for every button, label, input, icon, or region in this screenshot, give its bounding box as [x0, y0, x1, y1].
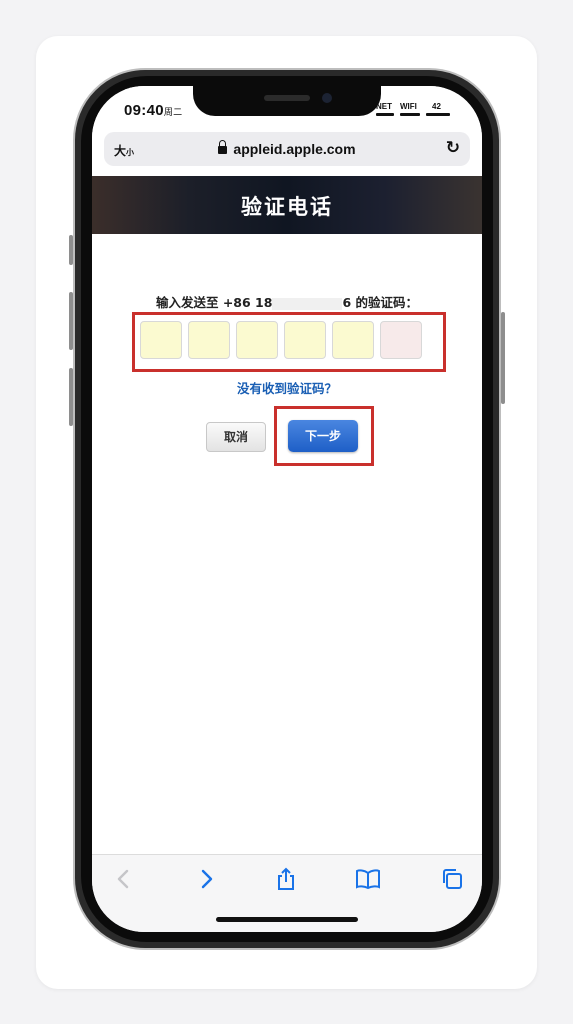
code-digit-3[interactable] — [236, 321, 278, 359]
front-camera — [322, 93, 332, 103]
page-title: 验证电话 — [241, 195, 333, 219]
code-digit-4[interactable] — [284, 321, 326, 359]
reload-icon[interactable]: ↻ — [446, 138, 460, 158]
no-code-link[interactable]: 没有收到验证码？ — [92, 378, 482, 397]
url-text: appleid.apple.com — [233, 141, 356, 157]
prompt-suffix: 6 的验证码： — [342, 295, 419, 310]
address-bar-area: 大小 appleid.apple.com ↻ — [92, 130, 482, 176]
code-digit-5[interactable] — [332, 321, 374, 359]
power-button — [501, 312, 505, 404]
lock-icon — [218, 140, 228, 154]
chevron-left-icon[interactable] — [104, 867, 144, 897]
notch — [193, 86, 381, 116]
battery-indicator: 42 — [426, 102, 450, 116]
wifi-label: WIFI — [400, 102, 417, 111]
code-digit-1[interactable] — [140, 321, 182, 359]
system-indicators: NET WIFI 42 — [376, 102, 450, 116]
home-indicator — [216, 917, 358, 922]
verification-code-fields — [140, 321, 422, 359]
bookmarks-icon[interactable] — [348, 867, 388, 897]
wifi-indicator: WIFI — [400, 102, 420, 116]
phone-number-mask — [272, 297, 343, 310]
code-digit-2[interactable] — [188, 321, 230, 359]
code-prompt: 输入发送至 +86 18 6 的验证码： — [92, 292, 482, 311]
status-time: 09:40周二 — [124, 102, 182, 119]
code-digit-6[interactable] — [380, 321, 422, 359]
time-text: 09:40 — [124, 102, 164, 119]
address-bar[interactable]: 大小 appleid.apple.com ↻ — [104, 132, 470, 166]
browser-toolbar — [92, 854, 482, 932]
url-display[interactable]: appleid.apple.com — [104, 140, 470, 157]
screen: 09:40周二 NET WIFI 42 大小 appleid.apple.com… — [92, 86, 482, 932]
cancel-button[interactable]: 取消 — [206, 422, 266, 452]
share-icon[interactable] — [266, 867, 306, 897]
next-button[interactable]: 下一步 — [288, 420, 358, 452]
page-header: 验证电话 — [92, 176, 482, 234]
chevron-right-icon[interactable] — [186, 867, 226, 897]
network-indicator: NET — [376, 102, 394, 116]
tabs-icon[interactable] — [432, 867, 472, 897]
weekday-text: 周二 — [163, 107, 183, 117]
prompt-prefix: 输入发送至 +86 18 — [155, 295, 273, 310]
battery-label: 42 — [432, 102, 441, 111]
speaker — [264, 95, 310, 101]
